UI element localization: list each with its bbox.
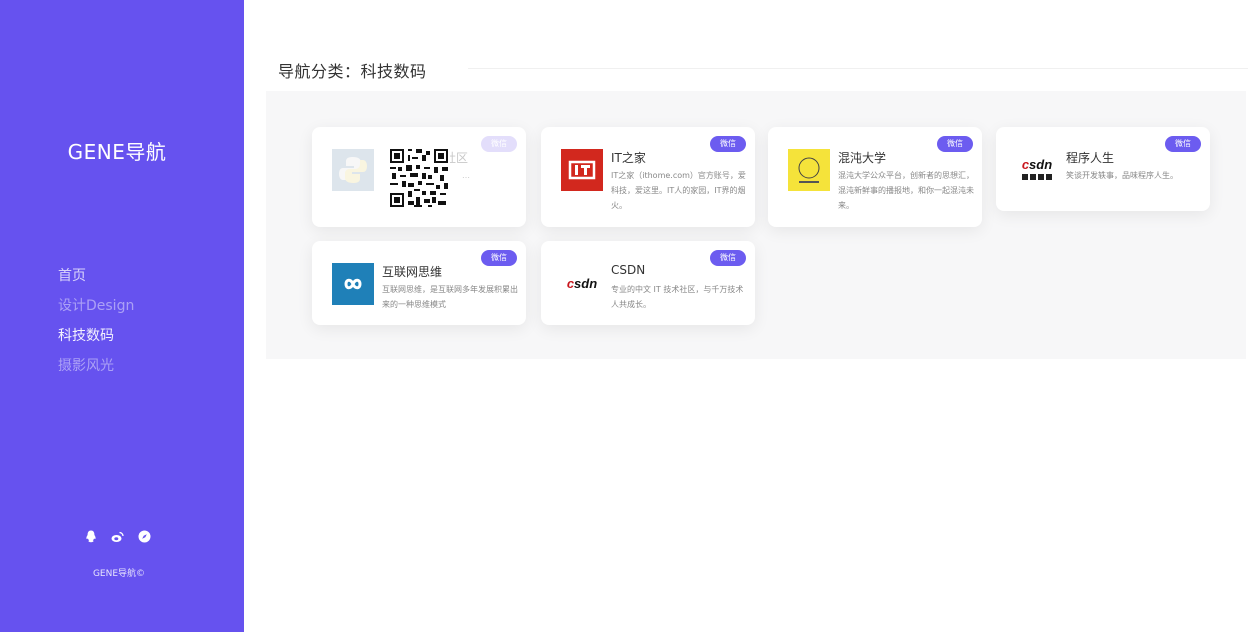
card-description: … (462, 171, 470, 180)
infinity-logo (332, 263, 374, 305)
card-panel: 微信 …社区 … 微信 IT之家 IT之家（ithome.com）官方账号，爱科… (266, 91, 1246, 359)
site-card[interactable]: 微信 csdn 程序人生 笑谈开发轶事，品味程序人生。 (996, 127, 1210, 211)
wechat-badge[interactable]: 微信 (710, 250, 746, 266)
title-divider (468, 68, 1248, 69)
compass-icon[interactable] (138, 530, 151, 543)
card-description: 笑谈开发轶事，品味程序人生。 (1066, 171, 1178, 180)
wechat-badge[interactable]: 微信 (710, 136, 746, 152)
card-description: 混沌大学公众平台，创新者的思想汇，混沌新鲜事的播报地，和你一起混沌未来。 (838, 171, 974, 210)
sidebar-nav: 首页 设计Design 科技数码 摄影风光 (58, 265, 134, 385)
svg-text:csdn: csdn (1022, 157, 1052, 172)
site-card[interactable]: 微信 IT之家 IT之家（ithome.com）官方账号，爱科技，爱这里。IT人… (541, 127, 755, 227)
nav-item-photo[interactable]: 摄影风光 (58, 355, 134, 385)
nav-item-tech[interactable]: 科技数码 (58, 325, 134, 355)
ithome-logo (561, 149, 603, 191)
card-title: 互联网思维 (382, 265, 443, 279)
qq-icon[interactable] (84, 530, 97, 543)
site-card[interactable]: 微信 混沌大学 混沌大学公众平台，创新者的思想汇，混沌新鲜事的播报地，和你一起混… (768, 127, 982, 227)
python-icon (332, 149, 374, 191)
weibo-icon[interactable] (111, 530, 124, 543)
wechat-badge[interactable]: 微信 (937, 136, 973, 152)
csdn-chengxu-logo: csdn (1016, 149, 1058, 191)
brand-title[interactable]: GENE导航 (0, 136, 234, 165)
qr-code-popup (388, 147, 450, 209)
wechat-badge[interactable]: 微信 (481, 250, 517, 266)
csdn-logo: csdn (561, 263, 603, 305)
wechat-badge[interactable]: 微信 (481, 136, 517, 152)
site-card[interactable]: 微信 互联网思维 互联网思维，是互联网多年发展积累出来的一种思维模式 (312, 241, 526, 325)
footer-copyright: GENE导航© (92, 569, 146, 579)
hundun-logo (788, 149, 830, 191)
section-title: 导航分类：科技数码 (278, 62, 427, 81)
card-description: 专业的中文 IT 技术社区，与千万技术人共成长。 (611, 285, 744, 309)
nav-item-design[interactable]: 设计Design (58, 295, 134, 325)
main-content: 导航分类：科技数码 微信 …社区 … 微信 IT之家 IT之家（ithome.c… (244, 0, 1256, 632)
sidebar: GENE导航 首页 设计Design 科技数码 摄影风光 GENE导航© (0, 0, 244, 632)
social-links (84, 530, 151, 543)
card-title: 混沌大学 (838, 151, 887, 165)
card-title: IT之家 (611, 151, 646, 165)
card-title: CSDN (611, 263, 646, 277)
site-card[interactable]: 微信 …社区 … (312, 127, 526, 227)
card-title: 程序人生 (1066, 151, 1115, 165)
card-description: 互联网思维，是互联网多年发展积累出来的一种思维模式 (382, 285, 518, 309)
svg-text:csdn: csdn (567, 276, 597, 291)
site-card[interactable]: 微信 csdn CSDN 专业的中文 IT 技术社区，与千万技术人共成长。 (541, 241, 755, 325)
card-description: IT之家（ithome.com）官方账号，爱科技，爱这里。IT人的家园，IT界的… (611, 171, 746, 210)
wechat-badge[interactable]: 微信 (1165, 136, 1201, 152)
nav-item-home[interactable]: 首页 (58, 265, 134, 295)
